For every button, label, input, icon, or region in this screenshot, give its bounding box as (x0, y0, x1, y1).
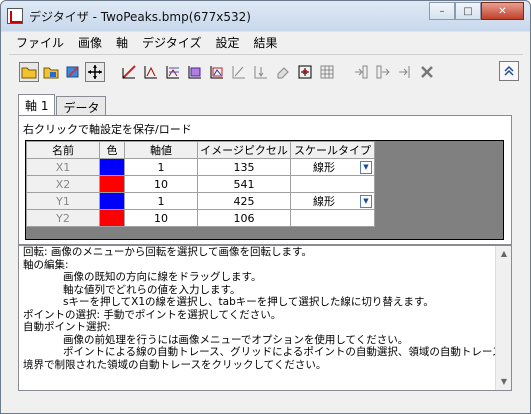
window-controls: – □ ✕ (429, 2, 524, 20)
help-scrollbar[interactable]: ▲ ▼ (495, 246, 511, 390)
table-header: 名前 色 軸値 イメージピクセル スケールタイプ (26, 141, 375, 159)
row-pixel[interactable]: 541 (197, 175, 291, 193)
table-row[interactable]: X2 10 541 (26, 175, 375, 193)
axis-panel-hint: 右クリックで軸設定を保存/ロード (23, 123, 192, 136)
status-bar (9, 395, 523, 409)
app-icon (7, 8, 23, 24)
help-line: 回転: 画像のメニューから回転を選択して画像を回転します。 (23, 246, 313, 258)
row-value[interactable]: 10 (124, 175, 198, 193)
edit-curve-icon[interactable] (229, 62, 249, 82)
table-row[interactable]: Y2 10 106 (26, 209, 375, 227)
row-pixel[interactable]: 425 (197, 192, 291, 210)
open-image-icon[interactable] (41, 62, 61, 82)
row-name: X1 (26, 158, 100, 176)
row-color-cell[interactable] (99, 175, 125, 193)
axis-grid: 名前 色 軸値 イメージピクセル スケールタイプ X1 1 135 線形 ▼ X2… (25, 140, 504, 240)
eraser-icon[interactable] (273, 62, 293, 82)
menu-settings[interactable]: 設定 (208, 34, 246, 51)
bounded-area-icon[interactable] (207, 62, 227, 82)
area-trace-icon[interactable] (185, 62, 205, 82)
color-swatch-blue[interactable] (100, 193, 124, 209)
row-scale-type[interactable]: 線形 ▼ (290, 158, 375, 176)
row-value[interactable]: 10 (124, 209, 198, 227)
table-row[interactable]: Y1 1 425 線形 ▼ (26, 192, 375, 210)
row-value[interactable]: 1 (124, 158, 198, 176)
open-folder-icon[interactable] (19, 61, 39, 82)
column-header-value: 軸値 (124, 141, 198, 159)
add-column-icon[interactable] (351, 62, 371, 82)
help-line: 自動ポイント選択: (23, 321, 111, 333)
column-header-name: 名前 (26, 141, 100, 159)
scroll-down-icon[interactable]: ▼ (496, 374, 511, 390)
row-color-cell[interactable] (99, 192, 125, 210)
help-line: 軸な値列でどれらの値を入力します。 (63, 283, 241, 296)
dropdown-arrow-icon[interactable]: ▼ (360, 194, 372, 208)
menu-axis[interactable]: 軸 (109, 34, 135, 51)
grid-points-icon[interactable] (163, 62, 183, 82)
collapse-toolbar-icon[interactable] (499, 61, 519, 81)
help-line: 軸の編集: (23, 258, 69, 271)
menu-digitize[interactable]: デジタイズ (135, 34, 208, 51)
digitizer-window: デジタイザ - TwoPeaks.bmp(677x532) – □ ✕ ファイル… (0, 0, 531, 414)
help-line: 画像の既知の方向に線をドラッグします。 (63, 271, 262, 283)
row-color-cell[interactable] (99, 158, 125, 176)
column-header-scale-type: スケールタイプ (290, 141, 375, 159)
help-line: ポイントによる線の自動トレース、グリッドによるポイントの自動選択、領域の自動トレ… (63, 346, 512, 358)
draw-line-icon[interactable] (119, 62, 139, 82)
menu-file[interactable]: ファイル (9, 34, 71, 51)
color-swatch-red[interactable] (100, 210, 124, 226)
menu-bar: ファイル 画像 軸 デジタイズ 設定 結果 (9, 32, 523, 52)
color-swatch-blue[interactable] (100, 159, 124, 175)
row-name: Y2 (26, 209, 100, 227)
menu-image[interactable]: 画像 (71, 34, 109, 51)
maximize-button[interactable]: □ (455, 2, 481, 20)
row-scale-type (290, 175, 375, 193)
row-name: X2 (26, 175, 100, 193)
title-bar: デジタイザ - TwoPeaks.bmp(677x532) – □ ✕ (1, 1, 530, 31)
rotate-image-icon[interactable] (63, 62, 83, 82)
dropdown-arrow-icon[interactable]: ▼ (360, 160, 372, 174)
close-button[interactable]: ✕ (481, 2, 524, 20)
delete-data-icon[interactable] (417, 62, 437, 82)
row-scale-type[interactable]: 線形 ▼ (290, 192, 375, 210)
transfer-data-icon[interactable] (395, 62, 415, 82)
column-header-color: 色 (99, 141, 125, 159)
row-pixel[interactable]: 135 (197, 158, 291, 176)
color-swatch-red[interactable] (100, 176, 124, 192)
scroll-up-icon[interactable]: ▲ (496, 246, 511, 262)
help-line: 境界で制限された領域の自動トレースをクリックしてください。 (23, 358, 327, 371)
row-name: Y1 (26, 192, 100, 210)
row-scale-type (290, 209, 375, 227)
move-cursor-icon[interactable] (85, 61, 105, 82)
axis-table: 名前 色 軸値 イメージピクセル スケールタイプ X1 1 135 線形 ▼ X2… (26, 141, 375, 227)
export-data-icon[interactable] (373, 62, 393, 82)
scale-type-value: 線形 (313, 195, 335, 208)
select-point-icon[interactable] (295, 62, 315, 82)
column-header-pixel: イメージピクセル (197, 141, 291, 159)
help-text-panel: 回転: 画像のメニューから回転を選択して画像を回転します。 軸の編集: 画像の既… (18, 245, 512, 391)
table-row[interactable]: X1 1 135 線形 ▼ (26, 158, 375, 176)
minimize-button[interactable]: – (429, 2, 455, 20)
help-line: 画像の前処理を行うには画像メニューでオプションを使用してください。 (63, 333, 409, 346)
trace-line-icon[interactable] (141, 62, 161, 82)
row-value[interactable]: 1 (124, 192, 198, 210)
help-line: ポイントの選択: 手動でポイントを選択してください。 (23, 308, 282, 321)
menu-results[interactable]: 結果 (246, 34, 284, 51)
scale-type-value: 線形 (313, 161, 335, 174)
row-color-cell[interactable] (99, 209, 125, 227)
help-line: sキーを押してX1の線を選択し、tabキーを押して選択した線に切り替えます。 (63, 296, 434, 308)
row-pixel[interactable]: 106 (197, 209, 291, 227)
window-title: デジタイザ - TwoPeaks.bmp(677x532) (29, 9, 251, 24)
toolbar (9, 54, 523, 88)
axis-panel: 右クリックで軸設定を保存/ロード 名前 色 軸値 イメージピクセル スケールタイ… (18, 115, 512, 245)
sort-points-icon[interactable] (251, 62, 271, 82)
grid-select-icon[interactable] (317, 62, 337, 82)
